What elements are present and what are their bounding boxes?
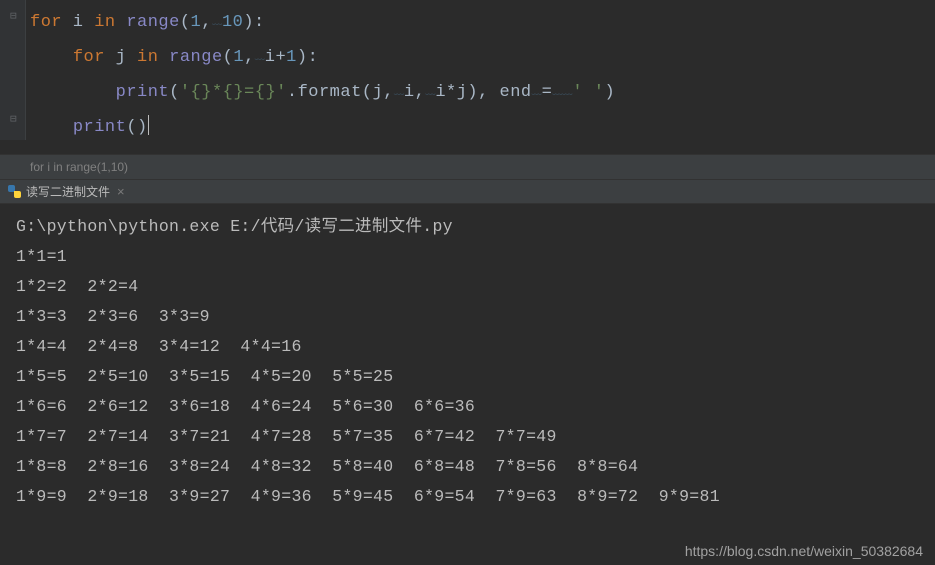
python-file-icon (8, 185, 21, 198)
console-line: 1*8=8 2*8=16 3*8=24 4*8=32 5*8=40 6*8=48… (16, 452, 935, 482)
breadcrumb-text: for i in range(1,10) (30, 160, 128, 174)
console-output[interactable]: G:\python\python.exe E:/代码/读写二进制文件.py 1*… (0, 204, 935, 512)
console-line: 1*6=6 2*6=12 3*6=18 4*6=24 5*6=30 6*6=36 (16, 392, 935, 422)
console-line: 1*1=1 (16, 242, 935, 272)
code-block[interactable]: for i in range(1,﹏10): for j in range(1,… (0, 0, 935, 154)
code-line[interactable]: for j in range(1,﹏i+1): (30, 41, 935, 76)
code-line[interactable]: print() (30, 111, 935, 144)
fold-end-icon[interactable]: ⊟ (10, 112, 17, 126)
console-line: 1*2=2 2*2=4 (16, 272, 935, 302)
console-tab-bar: 读写二进制文件 × (0, 180, 935, 204)
close-icon[interactable]: × (117, 184, 125, 199)
tab-label: 读写二进制文件 (26, 183, 110, 200)
code-line[interactable]: print('{}*{}={}'.format(j,﹏i,﹏i*j), end﹏… (30, 76, 935, 111)
breadcrumb[interactable]: for i in range(1,10) (0, 154, 935, 180)
text-cursor (148, 115, 149, 135)
code-line[interactable]: for i in range(1,﹏10): (30, 6, 935, 41)
console-line: 1*5=5 2*5=10 3*5=15 4*5=20 5*5=25 (16, 362, 935, 392)
console-line: 1*9=9 2*9=18 3*9=27 4*9=36 5*9=45 6*9=54… (16, 482, 935, 512)
watermark-text: https://blog.csdn.net/weixin_50382684 (685, 543, 923, 559)
console-line: 1*3=3 2*3=6 3*3=9 (16, 302, 935, 332)
gutter: ⊟ ⊟ (0, 0, 26, 140)
console-command: G:\python\python.exe E:/代码/读写二进制文件.py (16, 212, 935, 242)
code-editor[interactable]: ⊟ ⊟ for i in range(1,﹏10): for j in rang… (0, 0, 935, 154)
tab-run-file[interactable]: 读写二进制文件 × (0, 180, 133, 203)
console-line: 1*4=4 2*4=8 3*4=12 4*4=16 (16, 332, 935, 362)
console-line: 1*7=7 2*7=14 3*7=21 4*7=28 5*7=35 6*7=42… (16, 422, 935, 452)
fold-start-icon[interactable]: ⊟ (10, 9, 17, 23)
